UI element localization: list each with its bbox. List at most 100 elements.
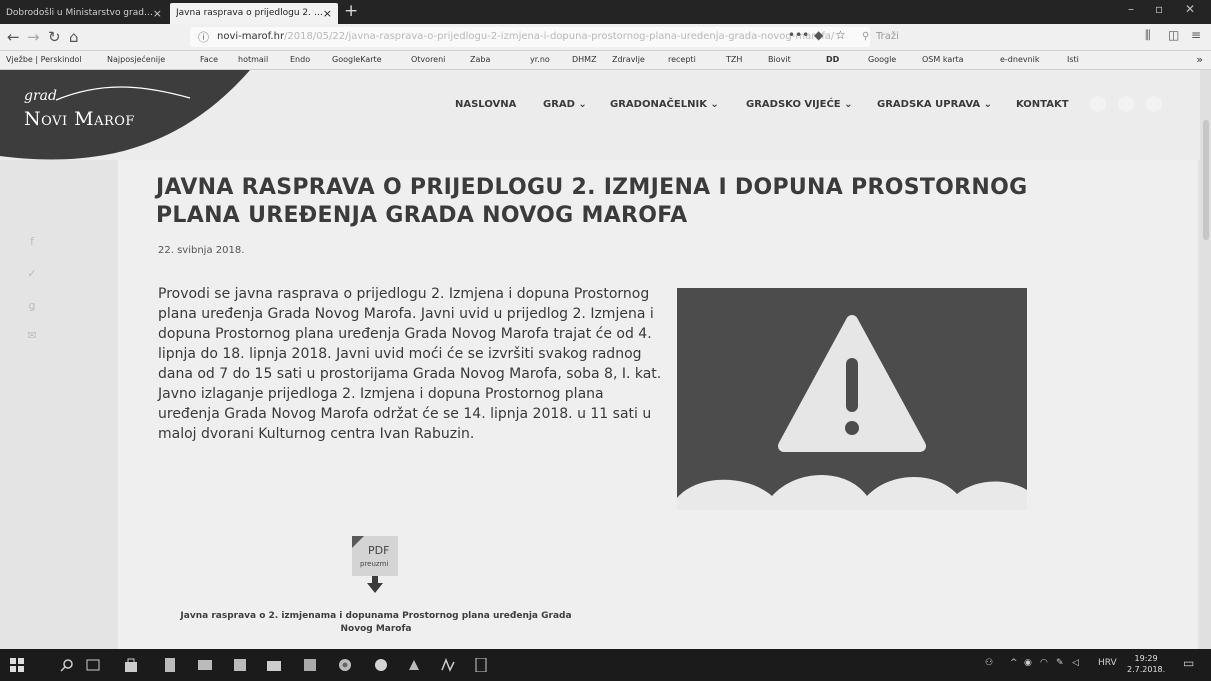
page-viewport: grad Novi Marof NASLOVNA GRAD ⌄ GRADONAČ… <box>0 70 1211 649</box>
share-facebook-icon[interactable]: f <box>24 234 40 250</box>
forward-icon[interactable]: → <box>27 27 40 47</box>
pdf-download-button[interactable]: PDF preuzmi <box>352 536 398 596</box>
site-logo[interactable]: grad Novi Marof <box>0 70 250 160</box>
minimize-icon[interactable]: – <box>1128 2 1134 16</box>
bookmark-star-icon[interactable]: ☆ <box>835 28 846 42</box>
bookmark-item[interactable]: hotmail <box>238 55 268 64</box>
home-icon[interactable]: ⌂ <box>69 27 79 47</box>
pdf-badge-sub: preuzmi <box>360 560 389 568</box>
share-google-icon[interactable]: g <box>24 298 40 314</box>
bookmark-item[interactable]: TZH <box>726 55 742 64</box>
bookmark-item[interactable]: Isti <box>1067 55 1079 64</box>
bookmark-item[interactable]: Biovit <box>768 55 791 64</box>
bookmark-item[interactable]: Endo <box>290 55 310 64</box>
word-app-icon[interactable] <box>303 657 317 671</box>
bookmarks-overflow-icon[interactable]: » <box>1196 53 1203 66</box>
warning-triangle-icon <box>677 315 1027 510</box>
share-email-icon[interactable]: ✉ <box>24 328 40 344</box>
bookmark-item[interactable]: recepti <box>668 55 696 64</box>
bookmark-item[interactable]: Zdravlje <box>612 55 645 64</box>
page-scrollbar[interactable] <box>1200 70 1211 649</box>
logo-text: grad Novi Marof <box>24 88 135 130</box>
people-icon[interactable]: ⚇ <box>985 658 993 668</box>
bookmark-item[interactable]: Otvoreni <box>411 55 445 64</box>
windows-taskbar: ⚇ ^ ◉ ◠ ✎ ◁ HRV 19:29 2.7.2018. ▭ <box>0 649 1211 681</box>
calculator-icon[interactable] <box>474 657 488 673</box>
twitter-icon[interactable] <box>1118 96 1134 112</box>
bookmarks-toolbar: Vježbe | Perskindol Najposjećenije Face … <box>0 51 1211 70</box>
search-site-icon[interactable] <box>1146 96 1162 112</box>
pen-icon[interactable]: ✎ <box>1056 658 1064 668</box>
back-icon[interactable]: ← <box>7 27 20 47</box>
bookmark-item[interactable]: Najposjećenije <box>107 55 165 64</box>
store-app-icon[interactable] <box>124 657 138 672</box>
navigation-toolbar: ← → ↻ ⌂ ⓘ novi-marof.hr/2018/05/22/javna… <box>0 24 1211 51</box>
task-view-icon[interactable] <box>86 657 100 671</box>
nav-kontakt[interactable]: KONTAKT <box>1016 99 1069 110</box>
clock-date: 2.7.2018. <box>1127 665 1166 674</box>
maps-app-icon[interactable] <box>441 657 455 672</box>
close-window-icon[interactable]: ✕ <box>1185 2 1195 16</box>
bookmark-item[interactable]: OSM karta <box>922 55 964 64</box>
search-bar[interactable]: ⚲ Traži <box>858 27 1058 47</box>
tab-javna-rasprava[interactable]: Javna rasprava o prijedlogu 2. Izmjena × <box>170 3 338 24</box>
photos-app-icon[interactable] <box>233 657 247 671</box>
network-icon[interactable]: ◉ <box>1024 658 1032 668</box>
search-input[interactable]: Traži <box>876 27 899 47</box>
site-info-icon[interactable]: ⓘ <box>198 29 209 45</box>
tab-strip: Dobrodošli u Ministarstvo graditeljstva … <box>0 0 1211 24</box>
wifi-icon[interactable]: ◠ <box>1040 658 1048 668</box>
new-tab-button[interactable]: + <box>344 1 358 21</box>
bookmark-item[interactable]: Google <box>868 55 896 64</box>
bookmark-item[interactable]: Zaba <box>470 55 490 64</box>
file-explorer-icon[interactable] <box>267 657 281 671</box>
system-clock[interactable]: 19:29 2.7.2018. <box>1127 653 1165 675</box>
facebook-icon[interactable] <box>1090 96 1106 112</box>
calculator-app-icon[interactable] <box>163 657 177 672</box>
article-body: Provodi se javna rasprava o prijedlogu 2… <box>158 286 662 442</box>
pocket-icon[interactable]: ◆ <box>814 28 823 42</box>
bookmark-item[interactable]: yr.no <box>530 55 550 64</box>
close-tab-icon[interactable]: × <box>153 3 162 24</box>
bookmark-item[interactable]: Face <box>200 55 218 64</box>
bookmark-item[interactable]: e-dnevnik <box>1000 55 1040 64</box>
warning-illustration <box>677 288 1027 510</box>
pdf-badge: PDF <box>368 544 390 557</box>
bookmark-item[interactable]: DD <box>826 55 839 64</box>
logo-name: Novi Marof <box>24 108 135 130</box>
nav-gradonacelnik[interactable]: GRADONAČELNIK ⌄ <box>610 99 719 110</box>
firefox-app-icon[interactable] <box>374 657 388 671</box>
mail-app-icon[interactable] <box>198 657 212 671</box>
nav-gradsko-vijece[interactable]: GRADSKO VIJEĆE ⌄ <box>746 99 852 110</box>
sidebar-icon[interactable]: ◫ <box>1168 28 1179 42</box>
windows-start-icon[interactable] <box>10 657 24 672</box>
bookmark-item[interactable]: GoogleKarte <box>332 55 382 64</box>
menu-icon[interactable]: ≡ <box>1191 28 1201 42</box>
bookmark-item[interactable]: DHMZ <box>572 55 597 64</box>
nav-grad[interactable]: GRAD ⌄ <box>543 99 587 110</box>
close-tab-icon[interactable]: × <box>323 3 332 24</box>
volume-icon[interactable]: ◁ <box>1072 658 1079 668</box>
action-center-icon[interactable]: ▭ <box>1183 656 1194 670</box>
pdf-caption-link[interactable]: Javna rasprava o 2. izmjenama i dopunama… <box>168 610 584 636</box>
nav-gradska-uprava[interactable]: GRADSKA UPRAVA ⌄ <box>877 99 992 110</box>
language-indicator[interactable]: HRV <box>1098 658 1117 668</box>
library-icon[interactable]: ⫼ <box>1145 28 1151 43</box>
scrollbar-thumb[interactable] <box>1203 120 1209 240</box>
search-taskbar-icon[interactable] <box>60 657 74 672</box>
url-host: novi-marof.hr <box>217 31 285 42</box>
reload-icon[interactable]: ↻ <box>48 27 61 47</box>
logo-prefix: grad <box>24 88 57 104</box>
nav-naslovna[interactable]: NASLOVNA <box>455 99 516 110</box>
share-twitter-icon[interactable]: ✓ <box>24 266 40 282</box>
tray-overflow-icon[interactable]: ^ <box>1010 658 1018 668</box>
page-actions-button[interactable]: ••• <box>788 28 809 42</box>
restore-icon[interactable]: ▫ <box>1155 2 1163 16</box>
tab-ministarstvo[interactable]: Dobrodošli u Ministarstvo graditeljstva … <box>0 3 168 24</box>
chrome-app-icon[interactable] <box>338 657 352 671</box>
url-path: /2018/05/22/javna-rasprava-o-prijedlogu-… <box>284 31 835 42</box>
address-bar[interactable]: ⓘ novi-marof.hr/2018/05/22/javna-rasprav… <box>190 27 870 47</box>
post-date: 22. svibnja 2018. <box>158 245 245 256</box>
paint-app-icon[interactable] <box>407 657 421 671</box>
bookmark-item[interactable]: Vježbe | Perskindol <box>6 55 82 64</box>
